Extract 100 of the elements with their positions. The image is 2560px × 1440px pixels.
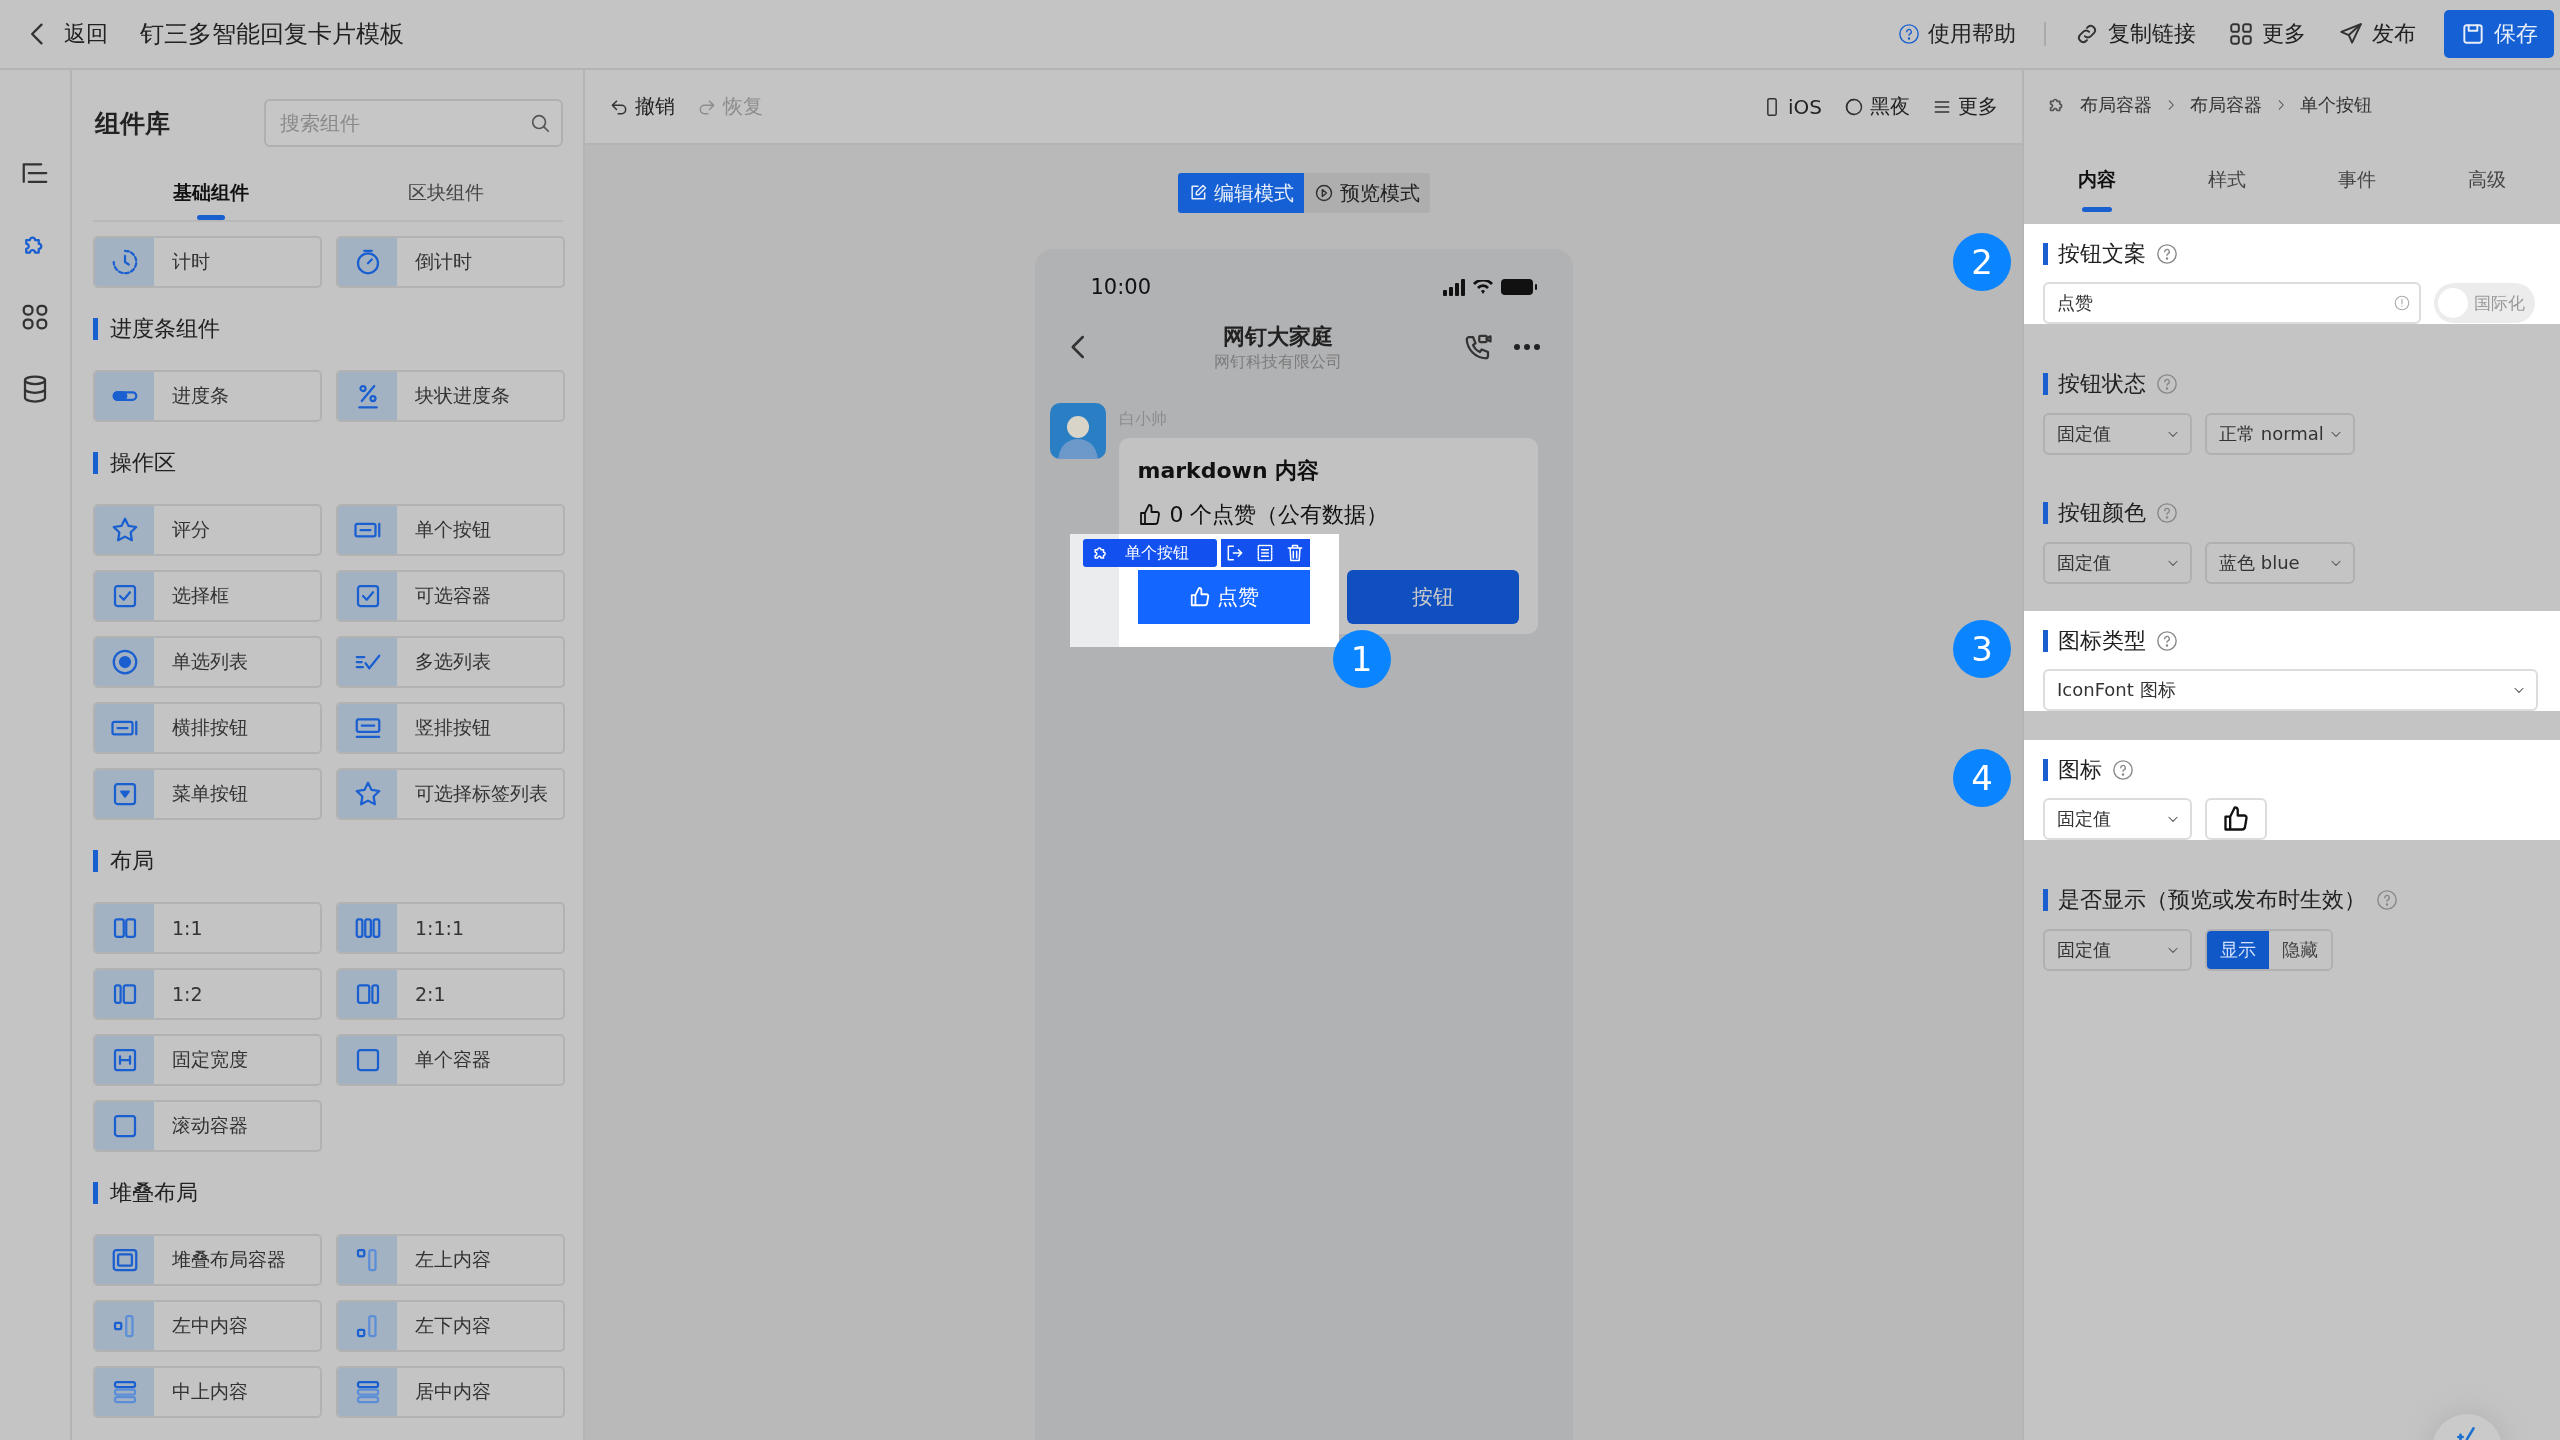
- group-title: 堆叠布局: [110, 1179, 198, 1207]
- component-tile[interactable]: 可选择标签列表: [336, 768, 565, 820]
- selection-chip: 单个按钮: [1082, 539, 1217, 567]
- breadcrumb-link[interactable]: 布局容器: [2080, 93, 2152, 117]
- toolbar-button[interactable]: iOS: [1762, 93, 1822, 120]
- select-field[interactable]: 固定值: [2043, 542, 2192, 584]
- like-button[interactable]: 点赞: [1137, 570, 1310, 624]
- select-field[interactable]: 固定值: [2043, 798, 2192, 840]
- status-time: 10:00: [1090, 275, 1152, 299]
- thumbs-up-icon: [1188, 586, 1211, 608]
- component-tile[interactable]: 左中内容: [93, 1300, 322, 1352]
- more-icon[interactable]: [1512, 343, 1541, 351]
- component-tile[interactable]: 倒计时: [336, 236, 565, 288]
- tab[interactable]: 内容: [2032, 140, 2162, 224]
- component-tile[interactable]: 块状进度条: [336, 370, 565, 422]
- component-tile[interactable]: 居中内容: [336, 1366, 565, 1418]
- accent-bar: [2043, 630, 2048, 652]
- component-tile[interactable]: 固定宽度: [93, 1034, 322, 1086]
- component-tile[interactable]: 左上内容: [336, 1234, 565, 1286]
- icon-picker[interactable]: [2205, 798, 2267, 840]
- component-tile[interactable]: 可选容器: [336, 570, 565, 622]
- component-tile[interactable]: 多选列表: [336, 636, 565, 688]
- component-tile[interactable]: 横排按钮: [93, 702, 322, 754]
- toolbar-button[interactable]: 更多: [2224, 19, 2310, 49]
- component-tile[interactable]: 1:1:1: [336, 902, 565, 954]
- component-tile[interactable]: 进度条: [93, 370, 322, 422]
- component-tile[interactable]: 1:2: [93, 968, 322, 1020]
- group-title: 进度条组件: [110, 315, 220, 343]
- component-tile[interactable]: 2:1: [336, 968, 565, 1020]
- tab[interactable]: 事件: [2292, 140, 2422, 224]
- component-tile[interactable]: 1:1: [93, 902, 322, 954]
- card-title: markdown 内容: [1137, 457, 1321, 485]
- toolbar-button[interactable]: 黑夜: [1844, 93, 1910, 120]
- breadcrumb-link[interactable]: 布局容器: [2190, 93, 2262, 117]
- chat-title: 网钉大家庭: [1223, 322, 1333, 351]
- component-tile[interactable]: 菜单按钮: [93, 768, 322, 820]
- select-field[interactable]: 固定值: [2043, 413, 2192, 455]
- accent-bar: [93, 1182, 98, 1204]
- group-title: 操作区: [110, 449, 176, 477]
- field-label: 按钮颜色: [2058, 499, 2146, 527]
- moon-icon: [1844, 96, 1864, 117]
- back-button[interactable]: 返回: [24, 19, 108, 49]
- help-icon: [2156, 502, 2178, 524]
- breadcrumb-link[interactable]: 单个按钮: [2300, 93, 2372, 117]
- mode-tab[interactable]: 编辑模式: [1177, 173, 1304, 213]
- field-label: 按钮状态: [2058, 370, 2146, 398]
- accent-bar: [2043, 502, 2048, 524]
- copy-icon: [1255, 543, 1275, 563]
- toolbar-button[interactable]: 更多: [1932, 93, 1998, 120]
- accent-bar: [2043, 373, 2048, 395]
- segment-option[interactable]: 显示: [2207, 931, 2269, 969]
- select-field[interactable]: 正常 normal: [2205, 413, 2355, 455]
- component-tile[interactable]: 竖排按钮: [336, 702, 565, 754]
- toolbar-button[interactable]: 复制链接: [2070, 19, 2200, 49]
- component-tile[interactable]: 左下内容: [336, 1300, 565, 1352]
- component-tile[interactable]: 选择框: [93, 570, 322, 622]
- undo-button[interactable]: 撤销: [609, 93, 675, 120]
- select-field[interactable]: 固定值: [2043, 929, 2192, 971]
- toolbar-button[interactable]: 发布: [2334, 19, 2420, 49]
- component-tile[interactable]: 堆叠布局容器: [93, 1234, 322, 1286]
- search-field[interactable]: 搜索组件: [264, 99, 563, 147]
- chat-subtitle: 网钉科技有限公司: [1214, 351, 1342, 373]
- tab[interactable]: 高级: [2422, 140, 2552, 224]
- component-tile[interactable]: 评分: [93, 504, 322, 556]
- thumbs-up-icon: [1137, 503, 1162, 527]
- like-count: 0 个点赞（公有数据）: [1169, 501, 1389, 529]
- thumbs-up-icon: [2222, 805, 2250, 833]
- group-title: 布局: [110, 847, 154, 875]
- select-field[interactable]: 蓝色 blue: [2205, 542, 2355, 584]
- component-tile[interactable]: 中上内容: [93, 1366, 322, 1418]
- battery-icon: [1500, 279, 1537, 295]
- component-tile[interactable]: 单个按钮: [336, 504, 565, 556]
- tab[interactable]: 样式: [2162, 140, 2292, 224]
- component-tile[interactable]: 单个容器: [336, 1034, 565, 1086]
- sidebar-tab[interactable]: [20, 302, 50, 332]
- component-tile[interactable]: 单选列表: [93, 636, 322, 688]
- field-label: 按钮文案: [2058, 240, 2146, 268]
- component-tile[interactable]: 计时: [93, 236, 322, 288]
- tab[interactable]: 基础组件: [93, 176, 328, 220]
- field-label: 是否显示（预览或发布时生效）: [2058, 886, 2366, 914]
- accent-bar: [2043, 889, 2048, 911]
- mode-tab[interactable]: 预览模式: [1303, 173, 1430, 213]
- tab[interactable]: 区块组件: [328, 176, 563, 220]
- info-icon: [2393, 294, 2411, 312]
- help-icon: [2156, 243, 2178, 265]
- apps-icon: [20, 302, 50, 332]
- accent-bar: [2043, 243, 2048, 265]
- select-field[interactable]: IconFont 图标: [2043, 669, 2538, 711]
- toolbar-button[interactable]: 使用帮助: [1894, 19, 2020, 49]
- signal-icon: [1442, 278, 1465, 296]
- accent-bar: [2043, 759, 2048, 781]
- component-tile[interactable]: 滚动容器: [93, 1100, 322, 1152]
- input-field[interactable]: 点赞: [2043, 282, 2421, 324]
- help-icon: [1898, 23, 1920, 45]
- accent-bar: [93, 318, 98, 340]
- apps-icon: [2228, 21, 2254, 47]
- save-button[interactable]: 保存: [2444, 10, 2554, 58]
- card-button[interactable]: 按钮: [1346, 570, 1519, 624]
- field-label: 图标: [2058, 756, 2102, 784]
- save-icon: [2460, 21, 2486, 47]
